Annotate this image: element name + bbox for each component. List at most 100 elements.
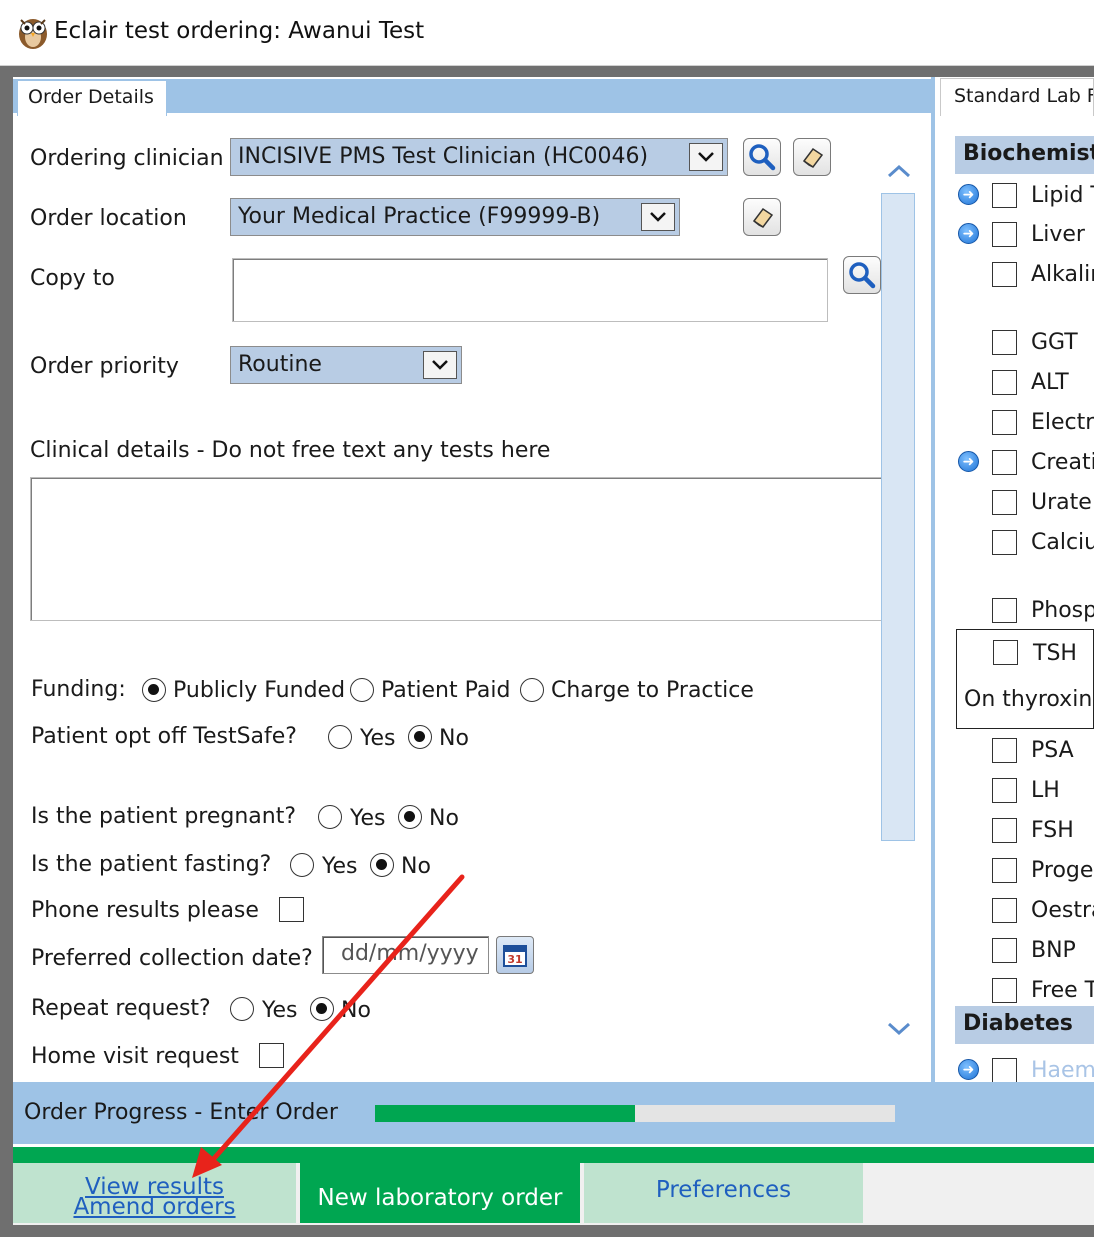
test-checkbox[interactable] bbox=[992, 938, 1017, 963]
fasting-yes-radio[interactable] bbox=[290, 853, 314, 877]
test-checkbox[interactable] bbox=[992, 262, 1017, 287]
tab-new-laboratory-order[interactable]: New laboratory order bbox=[300, 1163, 580, 1223]
info-arrow-icon[interactable]: ➜ bbox=[958, 451, 979, 472]
test-item[interactable]: LH bbox=[990, 778, 1094, 808]
tsh-label: TSH bbox=[1033, 641, 1077, 666]
phone-results-label: Phone results please bbox=[31, 898, 259, 923]
test-checkbox[interactable] bbox=[992, 738, 1017, 763]
tab-standard-lab[interactable]: Standard Lab F bbox=[940, 78, 1094, 116]
repeat-yes-radio[interactable] bbox=[230, 997, 254, 1021]
test-item[interactable]: ALT bbox=[990, 370, 1094, 400]
pregnant-no-label: No bbox=[429, 806, 459, 831]
window-titlebar: Eclair test ordering: Awanui Test bbox=[0, 0, 1094, 66]
test-checkbox[interactable] bbox=[992, 490, 1017, 515]
biochemistry-header: Biochemist bbox=[955, 136, 1094, 174]
chevron-down-icon[interactable] bbox=[641, 203, 675, 231]
test-checkbox[interactable] bbox=[992, 898, 1017, 923]
search-icon bbox=[849, 262, 876, 289]
test-checkbox[interactable] bbox=[992, 598, 1017, 623]
testsafe-yes-radio[interactable] bbox=[328, 725, 352, 749]
clear-location-button[interactable] bbox=[743, 198, 781, 236]
test-item[interactable]: FSH bbox=[990, 818, 1094, 848]
test-item[interactable]: Oestra bbox=[990, 898, 1094, 928]
progress-fill bbox=[375, 1105, 635, 1122]
test-item[interactable]: Creati bbox=[990, 450, 1094, 480]
test-label: ALT bbox=[1031, 370, 1069, 395]
order-progress-label: Order Progress - Enter Order bbox=[24, 1100, 338, 1125]
repeat-no-label: No bbox=[341, 998, 371, 1023]
ordering-clinician-label: Ordering clinician bbox=[30, 146, 224, 171]
tab-preferences[interactable]: Preferences bbox=[584, 1163, 863, 1223]
clear-clinician-button[interactable] bbox=[793, 138, 831, 176]
tab-order-details[interactable]: Order Details bbox=[17, 80, 167, 116]
test-checkbox[interactable] bbox=[992, 330, 1017, 355]
test-checkbox[interactable] bbox=[992, 1058, 1017, 1083]
tab-view-results-amend-orders[interactable]: View results Amend orders bbox=[13, 1163, 296, 1223]
ordering-clinician-select[interactable]: INCISIVE PMS Test Clinician (HC0046) bbox=[230, 138, 728, 176]
clinical-details-textarea[interactable] bbox=[30, 477, 882, 621]
chevron-down-icon[interactable] bbox=[689, 143, 723, 171]
pregnant-yes-radio[interactable] bbox=[318, 805, 342, 829]
test-label: Electro bbox=[1031, 410, 1094, 435]
test-item[interactable]: BNP bbox=[990, 938, 1094, 968]
test-item[interactable]: Phosp bbox=[990, 598, 1094, 628]
test-item[interactable]: Free T bbox=[990, 978, 1094, 1008]
phone-results-checkbox[interactable] bbox=[279, 897, 304, 922]
window-title: Eclair test ordering: Awanui Test bbox=[54, 18, 425, 44]
funding-publicly-funded-radio[interactable] bbox=[142, 678, 166, 702]
test-item[interactable]: Alkalin bbox=[990, 262, 1094, 292]
test-item[interactable]: Urate bbox=[990, 490, 1094, 520]
scroll-up-button[interactable] bbox=[884, 156, 914, 186]
amend-orders-label[interactable]: Amend orders bbox=[73, 1196, 235, 1219]
test-checkbox[interactable] bbox=[992, 858, 1017, 883]
test-checkbox[interactable] bbox=[992, 370, 1017, 395]
tsh-checkbox[interactable] bbox=[993, 640, 1018, 665]
test-item[interactable]: Proge bbox=[990, 858, 1094, 888]
scroll-down-button[interactable] bbox=[884, 1014, 914, 1044]
test-label: BNP bbox=[1031, 938, 1076, 963]
funding-patient-paid-radio[interactable] bbox=[350, 678, 374, 702]
order-priority-select[interactable]: Routine bbox=[230, 346, 462, 384]
info-arrow-icon[interactable]: ➜ bbox=[958, 1059, 979, 1080]
test-checkbox[interactable] bbox=[992, 818, 1017, 843]
test-checkbox[interactable] bbox=[992, 222, 1017, 247]
test-checkbox[interactable] bbox=[992, 978, 1017, 1003]
chevron-down-icon[interactable] bbox=[423, 351, 457, 379]
calendar-button[interactable]: 31 bbox=[496, 936, 534, 974]
info-arrow-icon[interactable]: ➜ bbox=[958, 223, 979, 244]
test-checkbox[interactable] bbox=[992, 450, 1017, 475]
funding-charge-practice-radio[interactable] bbox=[520, 678, 544, 702]
chevron-down-icon bbox=[887, 1022, 911, 1036]
test-item[interactable]: GGT bbox=[990, 330, 1094, 360]
test-item[interactable]: Calciur bbox=[990, 530, 1094, 560]
test-item[interactable]: Electro bbox=[990, 410, 1094, 440]
test-label: Haem bbox=[1031, 1058, 1094, 1083]
ordering-clinician-value: INCISIVE PMS Test Clinician (HC0046) bbox=[238, 144, 649, 169]
collection-date-label: Preferred collection date? bbox=[31, 946, 313, 971]
clinical-details-label: Clinical details - Do not free text any … bbox=[30, 438, 551, 463]
search-clinician-button[interactable] bbox=[743, 138, 781, 176]
vertical-scrollbar[interactable] bbox=[881, 193, 915, 841]
test-item[interactable]: Lipid T bbox=[990, 183, 1094, 213]
test-checkbox[interactable] bbox=[992, 183, 1017, 208]
order-location-select[interactable]: Your Medical Practice (F99999-B) bbox=[230, 198, 680, 236]
test-checkbox[interactable] bbox=[992, 778, 1017, 803]
copy-to-label: Copy to bbox=[30, 266, 115, 291]
test-label: LH bbox=[1031, 778, 1060, 803]
home-visit-checkbox[interactable] bbox=[259, 1043, 284, 1068]
copy-to-field[interactable] bbox=[232, 258, 828, 322]
test-item[interactable]: PSA bbox=[990, 738, 1094, 768]
test-checkbox[interactable] bbox=[992, 410, 1017, 435]
pregnant-no-radio[interactable] bbox=[398, 805, 422, 829]
test-label: Urate bbox=[1031, 490, 1092, 515]
test-label: Phosp bbox=[1031, 598, 1094, 623]
collection-date-input[interactable]: dd/mm/yyyy bbox=[322, 936, 489, 974]
info-arrow-icon[interactable]: ➜ bbox=[958, 184, 979, 205]
testsafe-no-radio[interactable] bbox=[408, 725, 432, 749]
test-checkbox[interactable] bbox=[992, 530, 1017, 555]
search-copy-to-button[interactable] bbox=[843, 256, 881, 294]
repeat-no-radio[interactable] bbox=[310, 997, 334, 1021]
funding-option-label: Patient Paid bbox=[381, 678, 511, 703]
fasting-no-radio[interactable] bbox=[370, 853, 394, 877]
test-item[interactable]: Liver F bbox=[990, 222, 1094, 252]
